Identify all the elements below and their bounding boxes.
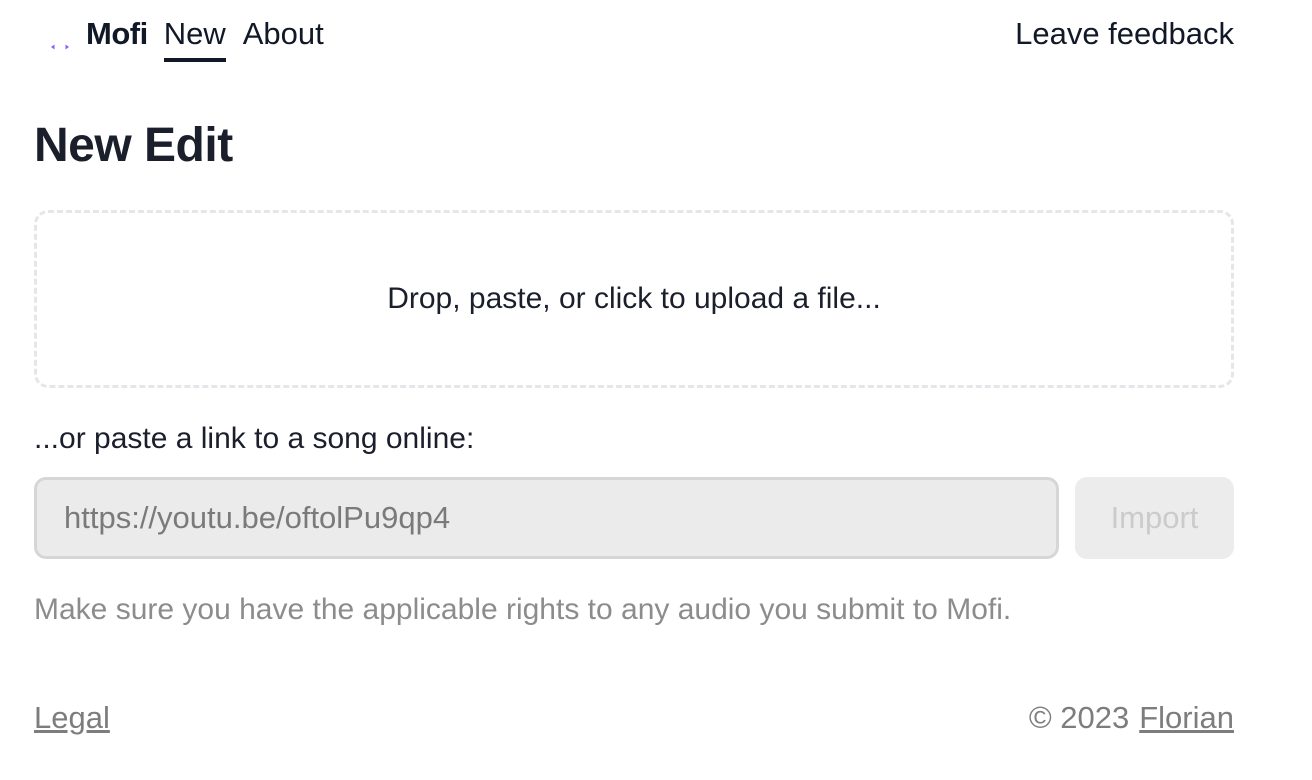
- page-title: New Edit: [34, 119, 233, 172]
- footer: Legal © 2023 Florian: [34, 696, 1234, 740]
- top-nav: Mofi New About Leave feedback: [34, 10, 1234, 62]
- nav-item-about[interactable]: About: [243, 16, 324, 62]
- footer-credits: © 2023 Florian: [1029, 700, 1234, 736]
- page: Mofi New About Leave feedback New Edit D…: [0, 0, 1312, 780]
- leave-feedback-link[interactable]: Leave feedback: [1015, 16, 1234, 52]
- home-logo-link[interactable]: Mofi: [34, 14, 148, 54]
- author-link[interactable]: Florian: [1139, 700, 1234, 736]
- copyright-text: © 2023: [1028, 700, 1130, 735]
- legal-link[interactable]: Legal: [34, 700, 110, 736]
- file-upload-dropzone[interactable]: Drop, paste, or click to upload a file..…: [34, 210, 1234, 388]
- main-nav: New About: [163, 11, 341, 62]
- waveform-icon: [34, 18, 69, 50]
- link-input-label: ...or paste a link to a song online:: [34, 422, 475, 455]
- nav-item-new[interactable]: New: [163, 16, 226, 62]
- brand-name: Mofi: [86, 16, 148, 51]
- import-button[interactable]: Import: [1075, 477, 1234, 559]
- song-url-input[interactable]: [34, 477, 1059, 559]
- rights-notice: Make sure you have the applicable rights…: [34, 593, 1012, 626]
- dropzone-label: Drop, paste, or click to upload a file..…: [387, 282, 881, 315]
